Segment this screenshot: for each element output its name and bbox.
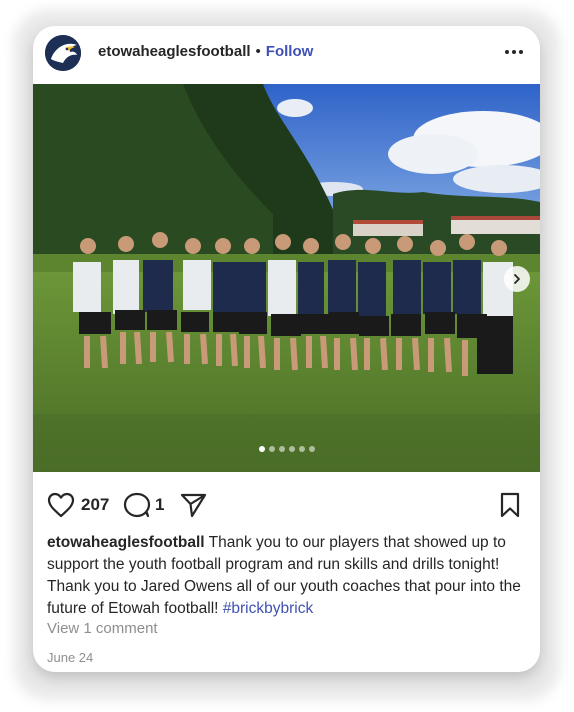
post-caption: etowaheaglesfootball Thank you to our pl… [47,532,531,620]
carousel-dot [268,446,275,452]
header-text: etowaheaglesfootball • Follow [98,43,313,60]
carousel-next-button[interactable] [504,266,530,292]
share-button[interactable] [179,492,207,518]
username-link[interactable]: etowaheaglesfootball [98,43,251,60]
team-photo-image [33,84,540,472]
comment-button[interactable]: 1 [123,492,164,518]
post-date: June 24 [47,650,94,665]
post-header: etowaheaglesfootball • Follow [33,26,540,82]
paper-plane-icon [180,493,207,518]
instagram-post-card: etowaheaglesfootball • Follow 207 1 etow… [33,26,540,672]
heart-icon [47,492,75,518]
comment-count: 1 [155,495,165,514]
comment-bubble-icon [123,492,151,518]
hashtag-link[interactable]: #brickbybrick [223,600,313,617]
more-horizontal-icon [505,50,523,54]
separator-dot: • [255,43,261,60]
more-options-button[interactable] [502,40,526,64]
like-button[interactable]: 207 [47,492,109,518]
like-count: 207 [81,495,110,514]
bookmark-icon [500,492,520,518]
action-bar: 207 1 [33,488,540,526]
eagle-logo-icon [45,35,81,71]
avatar[interactable] [45,35,81,71]
carousel-dot [258,446,265,452]
carousel-dot [278,446,285,452]
carousel-dot [298,446,305,452]
save-button[interactable] [499,492,521,518]
carousel-indicator [33,446,540,456]
post-photo[interactable] [33,84,540,472]
carousel-dot [308,446,315,452]
view-comments-link[interactable]: View 1 comment [47,620,158,637]
carousel-dot [288,446,295,452]
follow-button[interactable]: Follow [266,43,314,60]
chevron-right-icon [514,274,520,284]
caption-username[interactable]: etowaheaglesfootball [47,534,205,551]
